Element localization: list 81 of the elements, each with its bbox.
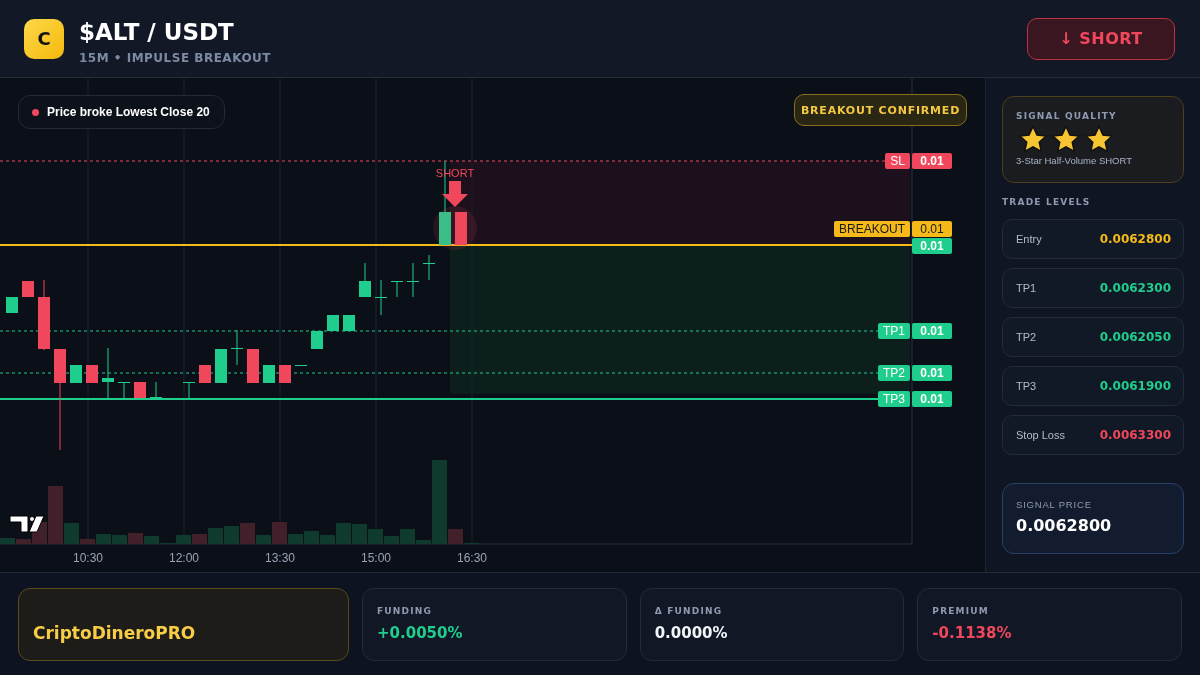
signal-price-value: 0.0062800 (1016, 516, 1113, 535)
candlestick (118, 381, 130, 399)
down-arrow-icon (442, 181, 468, 207)
time-axis-label: 12:00 (169, 551, 199, 565)
chart-logo-icon (9, 515, 45, 533)
candlestick (215, 348, 227, 384)
candlestick (407, 262, 419, 298)
volume-bar (352, 524, 367, 544)
level-tag: BREAKOUT (834, 221, 910, 237)
condition-text: Price broke Lowest Close 20 (47, 105, 210, 119)
volume-bar (112, 535, 127, 544)
candlestick (86, 364, 98, 384)
metric-label: Δ FUNDING (654, 606, 724, 616)
star-icon (1084, 125, 1114, 154)
level-value: 0.0062800 (1099, 232, 1171, 246)
app-logo: C (24, 18, 64, 59)
breakout-badge: BREAKOUT CONFIRMED (794, 94, 967, 126)
candlestick (359, 262, 371, 298)
level-label: TP2 (1016, 331, 1037, 343)
time-axis-label: 16:30 (457, 551, 487, 565)
candlestick (134, 381, 146, 399)
price-tag: 0.01 (912, 221, 952, 237)
metric-label: PREMIUM (932, 606, 990, 616)
level-label: TP1 (1016, 282, 1037, 294)
metric-value: +0.0050% (377, 624, 464, 642)
time-axis-label: 15:00 (361, 551, 391, 565)
volume-bar (128, 533, 143, 544)
metric-label: FUNDING (377, 606, 434, 616)
level-value: 0.0061900 (1099, 379, 1171, 393)
price-tag: 0.01 (912, 323, 952, 339)
candlestick (183, 381, 195, 399)
status-dot (32, 108, 39, 116)
level-label: Entry (1016, 233, 1042, 245)
candlestick (70, 364, 82, 384)
brand-name: CriptoDineroPRO (33, 623, 196, 643)
candlestick (423, 254, 435, 281)
quality-caption: 3-Star Half-Volume SHORT (1016, 155, 1133, 166)
star-icon (1051, 125, 1081, 154)
metric-value: 0.0000% (654, 624, 729, 642)
candlestick (38, 279, 50, 351)
metric-value: -0.1138% (932, 624, 1013, 642)
level-label: TP3 (1016, 380, 1037, 392)
candlestick (6, 296, 18, 314)
level-label: Stop Loss (1016, 429, 1065, 441)
candlestick (263, 364, 275, 384)
card-title: SIGNAL QUALITY (1016, 111, 1118, 121)
signal-marker-label: SHORT (435, 167, 475, 179)
level-tag: TP1 (878, 323, 910, 339)
pair-title: $ALT / USDT (79, 18, 235, 45)
price-tag: 0.01 (912, 365, 952, 381)
candlestick (311, 330, 323, 350)
candlestick (279, 364, 291, 384)
candlestick (102, 347, 114, 399)
candlestick (295, 364, 307, 367)
candlestick (343, 314, 355, 332)
candlestick (22, 280, 34, 298)
star-icon (1018, 125, 1048, 154)
short-button[interactable]: ↓ SHORT (1027, 17, 1175, 60)
candlestick (150, 381, 162, 399)
level-tag: SL (885, 153, 910, 169)
strategy-subtitle: 15M • IMPULSE BREAKOUT (79, 50, 272, 65)
price-tag: 0.01 (912, 153, 952, 169)
level-value: 0.0063300 (1099, 428, 1171, 442)
candlestick (199, 364, 211, 384)
level-tag: TP3 (878, 391, 910, 407)
price-tag: 0.01 (912, 391, 952, 407)
card-title: SIGNAL PRICE (1016, 499, 1093, 510)
price-tag: 0.01 (912, 238, 952, 254)
volume-bar (224, 526, 239, 544)
time-axis-label: 13:30 (265, 551, 295, 565)
candlestick (375, 279, 387, 316)
level-tag: TP2 (878, 365, 910, 381)
candlestick (455, 211, 467, 246)
level-value: 0.0062050 (1099, 330, 1171, 344)
level-value: 0.0062300 (1099, 281, 1171, 295)
candlestick (231, 329, 243, 366)
section-title: TRADE LEVELS (1002, 197, 1092, 207)
candlestick (327, 314, 339, 332)
candlestick (247, 348, 259, 384)
candlestick (391, 280, 403, 298)
time-axis-label: 10:30 (73, 551, 103, 565)
